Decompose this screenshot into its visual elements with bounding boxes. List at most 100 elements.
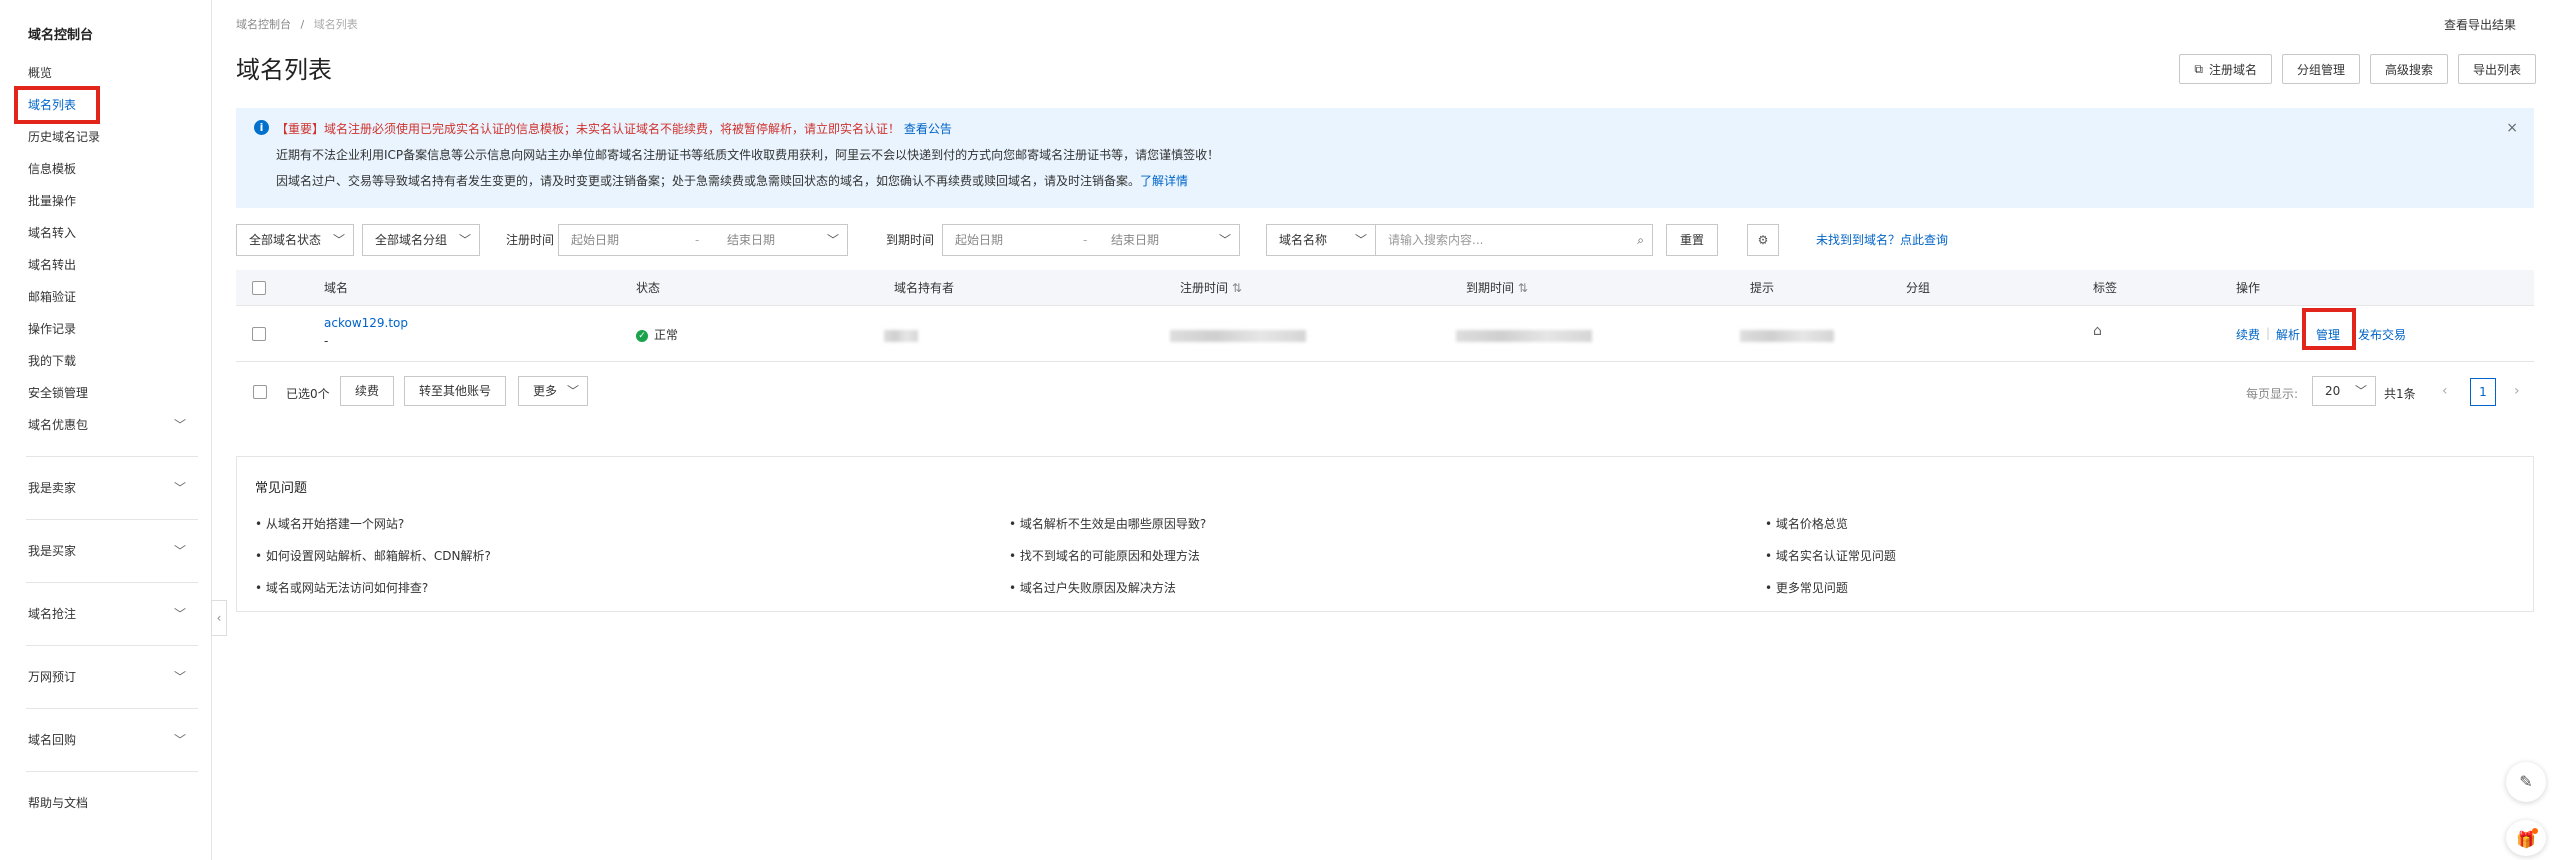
sidebar-item-downloads[interactable]: 我的下载 [0,346,210,376]
export-list-button[interactable]: 导出列表 [2457,54,2536,84]
page-number[interactable]: 1 [2470,378,2496,406]
main-content: 域名控制台 / 域名列表 查看导出结果 域名列表 ⧉ 注册域名 分组管理 高级搜索… [236,0,2536,860]
faq-link[interactable]: • 域名实名认证常见问题 [1765,547,1896,564]
sort-icon[interactable]: ⇅ [1518,281,1528,295]
faq-link[interactable]: • 更多常见问题 [1765,579,1848,596]
chevron-down-icon: ﹀ [2354,384,2367,398]
col-reg-time[interactable]: 注册时间 ⇅ [1180,270,1242,306]
start-date-placeholder: 起始日期 [571,233,620,247]
resolve-link[interactable]: 解析 [2276,326,2300,343]
sidebar-item-overview[interactable]: 概览 [0,58,210,88]
bulk-renew-button[interactable]: 续费 [340,376,395,406]
divider [26,645,198,646]
total-count: 共1条 [2384,387,2416,401]
sidebar-group-discount[interactable]: 域名优惠包 ﹀ [0,410,210,440]
chevron-down-icon: ﹀ [826,233,839,247]
bulk-select-checkbox[interactable] [253,385,267,399]
divider [26,708,198,709]
more-dropdown[interactable]: 更多 ﹀ [518,376,589,406]
advanced-search-button[interactable]: 高级搜索 [2369,54,2448,84]
faq-link[interactable]: • 找不到域名的可能原因和处理方法 [1009,547,1200,564]
gift-icon[interactable]: 🎁 [2506,820,2546,856]
faq-link[interactable]: • 如何设置网站解析、邮箱解析、CDN解析? [255,547,491,564]
renew-link[interactable]: 续费 [2236,326,2260,343]
sidebar-group-backorder[interactable]: 域名抢注 ﹀ [0,599,210,629]
breadcrumb-separator: / [300,18,305,31]
faq-link[interactable]: • 域名价格总览 [1765,515,1848,532]
notice-announcement-link[interactable]: 查看公告 [904,122,952,136]
exp-time-label: 到期时间 [886,233,935,247]
faq-link-text: 域名或网站无法访问如何排查? [265,581,429,595]
bulk-actions-bar: 已选0个 续费 转至其他账号 更多 ﹀ 每页显示: 20 ﹀ 共1条 ‹ 1 › [236,376,2534,408]
col-reg-time-label: 注册时间 [1180,281,1229,295]
close-icon[interactable]: × [2506,120,2518,136]
table-header: 域名 状态 域名持有者 注册时间 ⇅ 到期时间 ⇅ 提示 分组 标签 操作 [236,270,2534,306]
group-management-button[interactable]: 分组管理 [2281,54,2360,84]
sort-icon[interactable]: ⇅ [1232,281,1242,295]
sidebar-item-transfer-out[interactable]: 域名转出 [0,250,210,280]
breadcrumb: 域名控制台 / 域名列表 [236,16,358,32]
row-checkbox[interactable] [252,327,266,341]
sidebar-item-domain-list[interactable]: 域名列表 [0,90,210,120]
sidebar-item-transfer-in[interactable]: 域名转入 [0,218,210,248]
chevron-down-icon: ﹀ [1354,233,1367,247]
sidebar-group-buyback[interactable]: 域名回购 ﹀ [0,725,210,755]
page-size-select[interactable]: 20 ﹀ [2312,376,2376,406]
select-all-checkbox[interactable] [252,281,266,295]
transfer-account-button[interactable]: 转至其他账号 [404,376,507,406]
sidebar: 域名控制台 概览 域名列表 历史域名记录 信息模板 批量操作 域名转入 域名转出… [0,0,212,860]
sidebar-item-email-verify[interactable]: 邮箱验证 [0,282,210,312]
notice-details-link[interactable]: 了解详情 [1140,174,1188,188]
sidebar-item-history[interactable]: 历史域名记录 [0,122,210,152]
faq-link-text: 域名实名认证常见问题 [1775,549,1896,563]
next-page-icon[interactable]: › [2514,383,2520,399]
search-field-select[interactable]: 域名名称 ﹀ [1266,224,1376,256]
sidebar-item-batch[interactable]: 批量操作 [0,186,210,216]
search-input[interactable]: 请输入搜索内容... ⌕ [1375,224,1653,256]
gear-icon[interactable]: ⚙ [1747,224,1779,256]
register-domain-button[interactable]: ⧉ 注册域名 [2179,54,2272,84]
sidebar-title: 域名控制台 [28,28,94,43]
divider [26,771,198,772]
exp-date-range[interactable]: 起始日期 - 结束日期 ﹀ [942,224,1240,256]
end-date-placeholder: 结束日期 [1111,233,1160,247]
sidebar-group-reservation[interactable]: 万网预订 ﹀ [0,662,210,692]
sidebar-item-help[interactable]: 帮助与文档 [0,788,210,818]
sidebar-collapse-button[interactable]: ‹ [211,600,227,636]
status-select[interactable]: 全部域名状态 ﹀ [236,224,354,256]
faq-link[interactable]: • 域名解析不生效是由哪些原因导致? [1009,515,1206,532]
domain-link[interactable]: ackow129.top [324,316,408,330]
notice-line-important: 【重要】域名注册必须使用已完成实名认证的信息模板；未实名认证域名不能续费，将被暂… [276,120,952,137]
prev-page-icon[interactable]: ‹ [2442,383,2448,399]
faq-link-text: 如何设置网站解析、邮箱解析、CDN解析? [265,549,491,563]
sidebar-item-security-lock[interactable]: 安全锁管理 [0,378,210,408]
faq-link[interactable]: • 域名或网站无法访问如何排查? [255,579,428,596]
start-date-placeholder: 起始日期 [955,233,1004,247]
faq-link[interactable]: • 从域名开始搭建一个网站? [255,515,404,532]
sidebar-group-label: 我是买家 [28,544,77,558]
reg-date-range[interactable]: 起始日期 - 结束日期 ﹀ [558,224,848,256]
sidebar-item-templates[interactable]: 信息模板 [0,154,210,184]
col-group: 分组 [1906,281,1931,295]
group-select[interactable]: 全部域名分组 ﹀ [362,224,480,256]
search-icon[interactable]: ⌕ [1637,225,1644,255]
tag-icon[interactable]: ⌂ [2093,323,2102,339]
chevron-down-icon: ﹀ [173,544,186,558]
publish-trade-link[interactable]: 发布交易 [2358,326,2406,343]
sidebar-item-operation-log[interactable]: 操作记录 [0,314,210,344]
faq-link[interactable]: • 域名过户失败原因及解决方法 [1009,579,1176,596]
col-exp-time[interactable]: 到期时间 ⇅ [1466,270,1528,306]
manage-link[interactable]: 管理 [2316,326,2340,343]
not-found-link[interactable]: 未找到到域名？点此查询 [1816,224,1948,256]
breadcrumb-root[interactable]: 域名控制台 [236,18,291,31]
col-ops: 操作 [2236,281,2261,295]
export-results-link[interactable]: 查看导出结果 [2444,16,2516,33]
reset-button[interactable]: 重置 [1666,224,1718,256]
col-domain: 域名 [324,281,349,295]
sidebar-group-label: 万网预订 [28,670,77,684]
sidebar-group-label: 我是卖家 [28,481,77,495]
edit-icon[interactable]: ✎ [2506,762,2546,802]
sidebar-group-buyer[interactable]: 我是买家 ﹀ [0,536,210,566]
sidebar-group-seller[interactable]: 我是卖家 ﹀ [0,473,210,503]
page-size-value: 20 [2325,384,2341,398]
